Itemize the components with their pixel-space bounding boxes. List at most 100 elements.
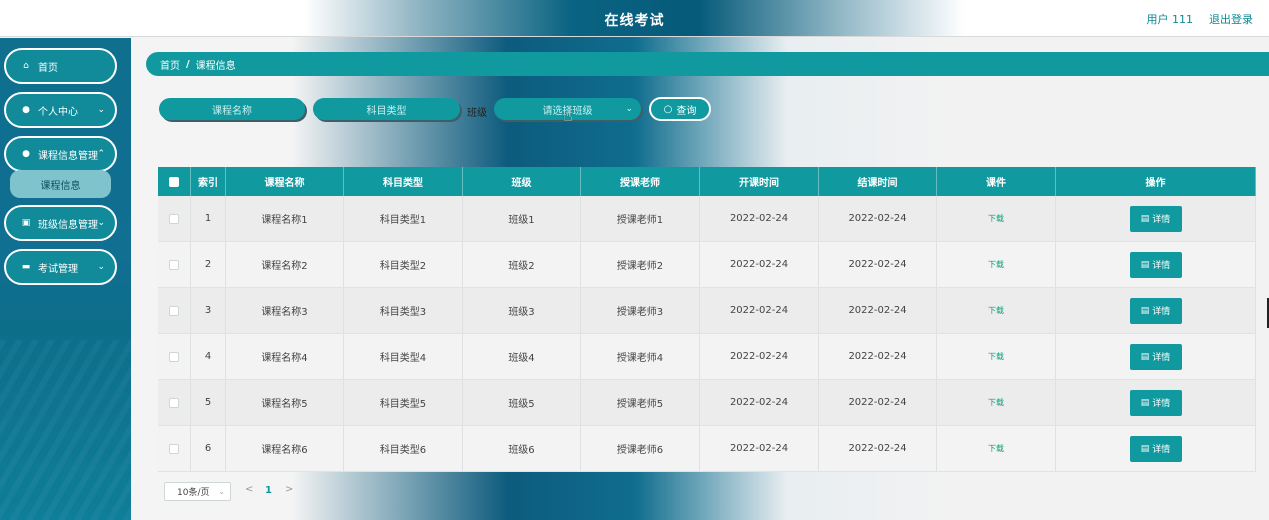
header-start-time: 开课时间: [700, 167, 819, 196]
cell-start-time: 2022-02-24: [700, 334, 819, 379]
sidebar-item-course-management[interactable]: ● 课程信息管理 ⌃: [4, 136, 117, 172]
cell-actions: ▤ 详情: [1056, 426, 1256, 471]
detail-button[interactable]: ▤ 详情: [1129, 297, 1182, 324]
cell-courseware: 下载: [937, 380, 1056, 425]
select-all-checkbox-cell: [158, 167, 191, 196]
home-icon: ⌂: [23, 61, 29, 71]
sidebar-item-class-management[interactable]: ▣ 班级信息管理 ⌄: [4, 205, 117, 241]
user-icon: ●: [22, 105, 30, 115]
cell-subject-type: 科目类型6: [344, 426, 463, 471]
subject-type-input[interactable]: 科目类型: [313, 98, 460, 120]
sidebar-item-exam-management[interactable]: ▬ 考试管理 ⌄: [4, 249, 117, 285]
current-page-number[interactable]: 1: [265, 485, 272, 496]
sidebar-item-home[interactable]: ⌂ 首页: [4, 48, 117, 84]
row-checkbox[interactable]: [169, 397, 179, 408]
detail-button[interactable]: ▤ 详情: [1129, 205, 1182, 232]
document-icon: ▤: [1140, 351, 1150, 362]
cell-class: 班级6: [463, 426, 581, 471]
cell-end-time: 2022-02-24: [819, 426, 937, 471]
cell-courseware: 下载: [937, 334, 1056, 379]
cell-teacher: 授课老师3: [581, 288, 700, 333]
next-page-button[interactable]: >: [285, 484, 293, 495]
chevron-down-icon: ⌄: [97, 262, 105, 272]
header-class: 班级: [463, 167, 581, 196]
detail-button-label: 详情: [1152, 445, 1171, 455]
table-row: 2 课程名称2 科目类型2 班级2 授课老师2 2022-02-24 2022-…: [158, 242, 1256, 288]
cell-course-name: 课程名称3: [226, 288, 344, 333]
detail-button-label: 详情: [1152, 215, 1171, 225]
cell-actions: ▤ 详情: [1056, 196, 1256, 241]
cell-class: 班级1: [463, 196, 581, 241]
header-index: 索引: [191, 167, 226, 196]
pointer-cursor-icon: ☝: [563, 106, 573, 125]
sidebar-item-personal-center[interactable]: ● 个人中心 ⌄: [4, 92, 117, 128]
cell-courseware: 下载: [937, 196, 1056, 241]
chevron-down-icon: ⌄: [625, 104, 633, 114]
row-checkbox-cell: [158, 196, 191, 241]
query-button[interactable]: ○ 查询: [649, 97, 711, 121]
detail-button[interactable]: ▤ 详情: [1129, 251, 1182, 278]
cell-start-time: 2022-02-24: [700, 426, 819, 471]
download-link[interactable]: 下载: [988, 397, 1004, 408]
briefcase-icon: ▬: [21, 262, 31, 272]
breadcrumb-separator: /: [186, 58, 190, 70]
cell-courseware: 下载: [937, 426, 1056, 471]
row-checkbox-cell: [158, 426, 191, 471]
class-label: 班级: [467, 108, 487, 119]
logout-link[interactable]: 退出登录: [1209, 11, 1253, 27]
cell-subject-type: 科目类型2: [344, 242, 463, 287]
download-link[interactable]: 下载: [988, 305, 1004, 316]
app-title: 在线考试: [604, 13, 665, 29]
cell-subject-type: 科目类型5: [344, 380, 463, 425]
select-all-checkbox[interactable]: [169, 176, 179, 187]
row-checkbox[interactable]: [169, 213, 179, 224]
sidebar: ⌂ 首页 ● 个人中心 ⌄ ● 课程信息管理 ⌃ 课程信息 ▣ 班级信息管理 ⌄…: [0, 38, 131, 520]
download-link[interactable]: 下载: [988, 443, 1004, 454]
cell-course-name: 课程名称4: [226, 334, 344, 379]
detail-button[interactable]: ▤ 详情: [1129, 343, 1182, 370]
clipboard-icon: ▣: [21, 218, 31, 228]
user-name[interactable]: 用户 111: [1147, 11, 1194, 27]
sidebar-item-label: 考试管理: [38, 263, 78, 275]
download-link[interactable]: 下载: [988, 259, 1004, 270]
cell-end-time: 2022-02-24: [819, 242, 937, 287]
table-row: 5 课程名称5 科目类型5 班级5 授课老师5 2022-02-24 2022-…: [158, 380, 1256, 426]
cell-actions: ▤ 详情: [1056, 334, 1256, 379]
header-courseware: 课件: [937, 167, 1056, 196]
cell-class: 班级4: [463, 334, 581, 379]
cell-index: 5: [191, 380, 226, 425]
detail-button[interactable]: ▤ 详情: [1129, 435, 1182, 462]
download-link[interactable]: 下载: [988, 351, 1004, 362]
cell-subject-type: 科目类型3: [344, 288, 463, 333]
breadcrumb-home[interactable]: 首页: [160, 57, 180, 72]
detail-button[interactable]: ▤ 详情: [1129, 389, 1182, 416]
detail-button-label: 详情: [1152, 399, 1171, 409]
query-button-label: 查询: [676, 105, 697, 117]
cell-class: 班级2: [463, 242, 581, 287]
page-size-select[interactable]: 10条/页 ⌄: [164, 482, 231, 501]
search-icon: ○: [663, 103, 673, 115]
sidebar-subitem-course-info[interactable]: 课程信息: [10, 170, 111, 198]
cell-index: 6: [191, 426, 226, 471]
sidebar-item-label: 首页: [38, 62, 58, 74]
cell-index: 1: [191, 196, 226, 241]
chevron-down-icon: ⌄: [218, 487, 225, 496]
cell-index: 3: [191, 288, 226, 333]
breadcrumb-current: 课程信息: [195, 60, 236, 72]
header-actions: 操作: [1056, 167, 1256, 196]
prev-page-button[interactable]: <: [245, 484, 253, 495]
row-checkbox[interactable]: [169, 305, 179, 316]
cell-end-time: 2022-02-24: [819, 288, 937, 333]
detail-button-label: 详情: [1152, 353, 1171, 363]
download-link[interactable]: 下载: [988, 213, 1004, 224]
course-name-input[interactable]: 课程名称: [159, 98, 305, 120]
breadcrumb: 首页 / 课程信息: [146, 52, 1269, 76]
row-checkbox[interactable]: [169, 443, 179, 454]
row-checkbox-cell: [158, 242, 191, 287]
cell-start-time: 2022-02-24: [700, 196, 819, 241]
row-checkbox[interactable]: [169, 351, 179, 362]
cell-end-time: 2022-02-24: [819, 334, 937, 379]
cell-end-time: 2022-02-24: [819, 380, 937, 425]
top-bar: 在线考试 用户 111 退出登录: [0, 0, 1269, 37]
row-checkbox[interactable]: [169, 259, 179, 270]
